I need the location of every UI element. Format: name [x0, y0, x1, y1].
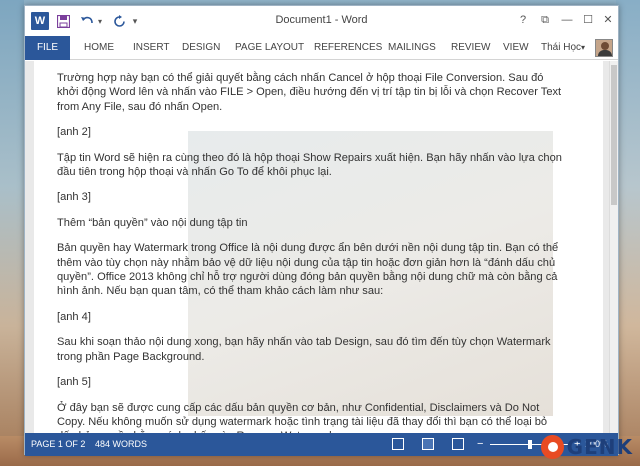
print-layout-icon[interactable] — [422, 438, 434, 450]
tab-review[interactable]: REVIEW — [451, 36, 490, 60]
desktop-background-right — [616, 0, 640, 466]
tab-home[interactable]: HOME — [84, 36, 114, 60]
genk-logo-mark — [541, 435, 564, 459]
tab-mailings[interactable]: MAILINGS — [388, 36, 436, 60]
paragraph: Bản quyền hay Watermark trong Office là … — [57, 242, 559, 298]
read-mode-icon[interactable] — [392, 438, 404, 450]
ribbon-display-options-button[interactable]: ⧉ — [535, 12, 555, 28]
page-count-status[interactable]: PAGE 1 OF 2 — [31, 433, 85, 456]
help-button[interactable]: ? — [513, 12, 533, 28]
paragraph: [anh 4] — [57, 310, 91, 323]
tab-page-layout[interactable]: PAGE LAYOUT — [235, 36, 304, 60]
user-account-name[interactable]: Thái Học — [541, 36, 581, 60]
tab-design[interactable]: DESIGN — [182, 36, 220, 60]
word-count-status[interactable]: 484 WORDS — [95, 433, 147, 456]
paragraph: Tập tin Word sẽ hiện ra cùng theo đó là … — [57, 151, 562, 179]
avatar[interactable] — [595, 39, 613, 57]
paragraph: Sau khi soạn thảo nội dung xong, bạn hãy… — [57, 336, 551, 363]
genk-logo: GENK — [541, 432, 633, 462]
tab-file[interactable]: FILE — [25, 36, 70, 60]
maximize-button[interactable]: ☐ — [578, 12, 598, 28]
user-dropdown-icon[interactable]: ▾ — [581, 36, 585, 60]
word-window: W ▾ ▾ Document1 - Word ? ⧉ — ☐ ✕ FILE HO… — [24, 5, 619, 456]
ribbon-tabs: FILE HOME INSERT DESIGN PAGE LAYOUT REFE… — [25, 36, 618, 60]
close-button[interactable]: ✕ — [598, 12, 618, 28]
vertical-scrollbar[interactable] — [609, 61, 618, 433]
status-bar: PAGE 1 OF 2 484 WORDS − + 100% — [25, 433, 618, 456]
genk-logo-text: GENK — [566, 435, 633, 459]
zoom-out-button[interactable]: − — [477, 433, 483, 456]
zoom-slider-thumb[interactable] — [528, 440, 532, 449]
desktop-background-left — [0, 0, 24, 466]
document-body[interactable]: Trường hợp này bạn có thể giải quyết bằn… — [57, 71, 567, 433]
web-layout-icon[interactable] — [452, 438, 464, 450]
minimize-button[interactable]: — — [557, 12, 577, 28]
tab-references[interactable]: REFERENCES — [314, 36, 382, 60]
document-canvas: Trường hợp này bạn có thể giải quyết bằn… — [25, 61, 618, 433]
paragraph: [anh 5] — [57, 376, 91, 389]
paragraph: Ở đây bạn sẽ được cung cấp các dấu bản q… — [57, 401, 548, 434]
scrollbar-thumb[interactable] — [611, 65, 617, 205]
paragraph: [anh 2] — [57, 126, 91, 139]
tab-insert[interactable]: INSERT — [133, 36, 170, 60]
document-page[interactable]: Trường hợp này bạn có thể giải quyết bằn… — [34, 61, 603, 433]
tab-view[interactable]: VIEW — [503, 36, 529, 60]
paragraph: Thêm “bản quyền” vào nội dung tập tin — [57, 216, 248, 229]
paragraph: [anh 3] — [57, 191, 91, 204]
title-bar: W ▾ ▾ Document1 - Word ? ⧉ — ☐ ✕ — [25, 6, 618, 36]
paragraph: Trường hợp này bạn có thể giải quyết bằn… — [57, 72, 562, 113]
